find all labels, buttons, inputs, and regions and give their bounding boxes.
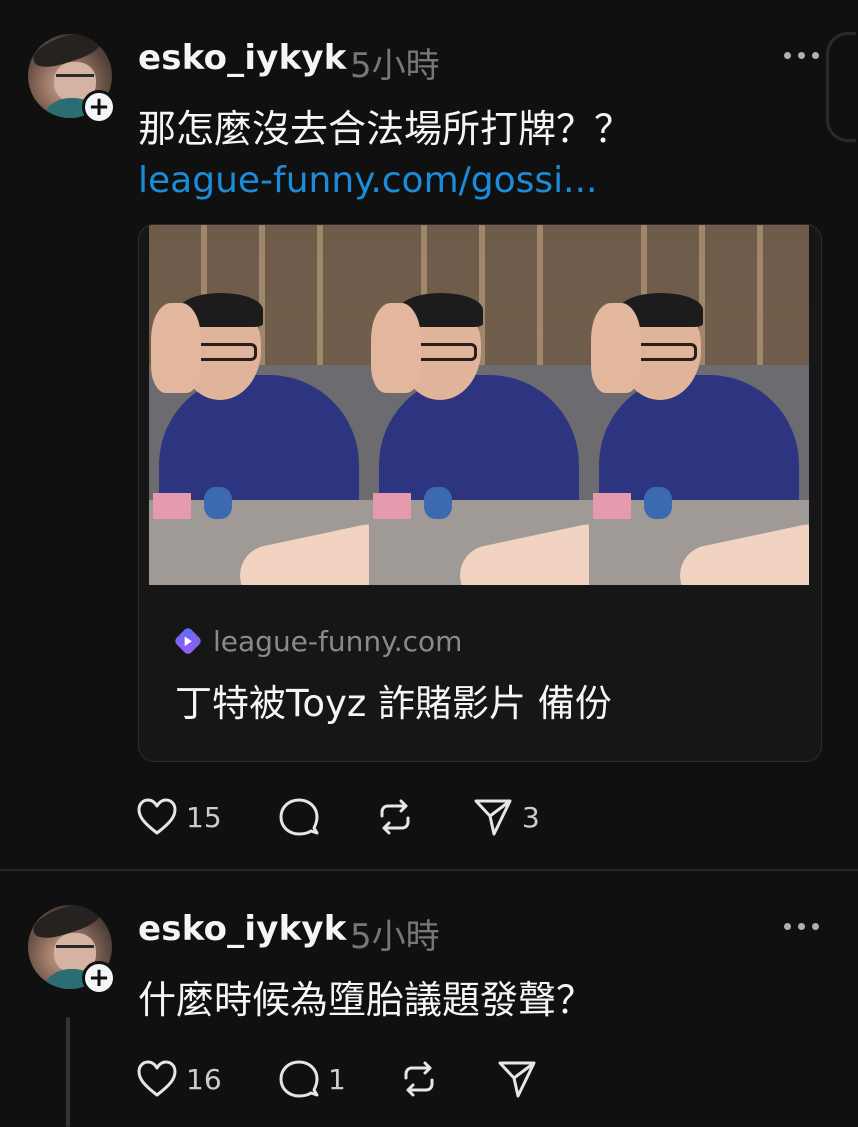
- thread-line: [66, 1017, 70, 1127]
- heart-icon: [137, 798, 177, 835]
- repost-button[interactable]: [374, 792, 416, 842]
- like-button[interactable]: 16: [136, 1054, 222, 1104]
- site-domain: league-funny.com: [213, 624, 463, 658]
- share-button[interactable]: [496, 1054, 538, 1104]
- more-options-icon[interactable]: [784, 46, 824, 66]
- link-preview-card[interactable]: league-funny.com 丁特被Toyz 詐賭影片 備份: [138, 224, 822, 762]
- play-icon: [173, 626, 203, 656]
- share-count: 3: [522, 800, 540, 834]
- like-count: 16: [186, 1062, 222, 1096]
- repost-icon: [404, 1061, 434, 1097]
- more-options-icon[interactable]: [784, 917, 824, 937]
- share-button[interactable]: 3: [472, 792, 540, 842]
- reply-button[interactable]: 1: [278, 1054, 346, 1104]
- comment-icon: [279, 1060, 319, 1098]
- timestamp: 5小時: [350, 46, 440, 86]
- link-preview-image: [149, 225, 809, 585]
- username[interactable]: esko_iykyk: [138, 38, 347, 78]
- like-count: 15: [186, 800, 222, 834]
- action-bar: 16 1: [136, 1054, 556, 1104]
- comment-icon: [279, 798, 319, 836]
- follow-plus-icon[interactable]: +: [82, 90, 116, 124]
- timestamp: 5小時: [350, 917, 440, 957]
- heart-icon: [137, 1060, 177, 1097]
- like-button[interactable]: 15: [136, 792, 222, 842]
- follow-plus-icon[interactable]: +: [82, 961, 116, 995]
- username[interactable]: esko_iykyk: [138, 909, 347, 949]
- reply-count: 1: [328, 1062, 346, 1096]
- link-preview-title: 丁特被Toyz 詐賭影片 備份: [175, 682, 612, 725]
- post-text: 那怎麼沒去合法場所打牌？？: [138, 107, 633, 151]
- action-bar: 15 3: [136, 792, 556, 842]
- link-preview-site: league-funny.com: [173, 623, 463, 659]
- post-text: 什麼時候為墮胎議題發聲？: [138, 978, 595, 1022]
- send-icon: [474, 799, 512, 836]
- repost-icon: [380, 799, 410, 835]
- post-link[interactable]: league-funny.com/gossi...: [138, 160, 598, 201]
- thread-post: + esko_iykyk 5小時 什麼時候為墮胎議題發聲？ 16 1: [0, 871, 858, 1127]
- repost-button[interactable]: [398, 1054, 440, 1104]
- send-icon: [498, 1061, 536, 1098]
- reply-button[interactable]: [278, 792, 320, 842]
- thread-post: + esko_iykyk 5小時 那怎麼沒去合法場所打牌？？ league-fu…: [0, 0, 858, 870]
